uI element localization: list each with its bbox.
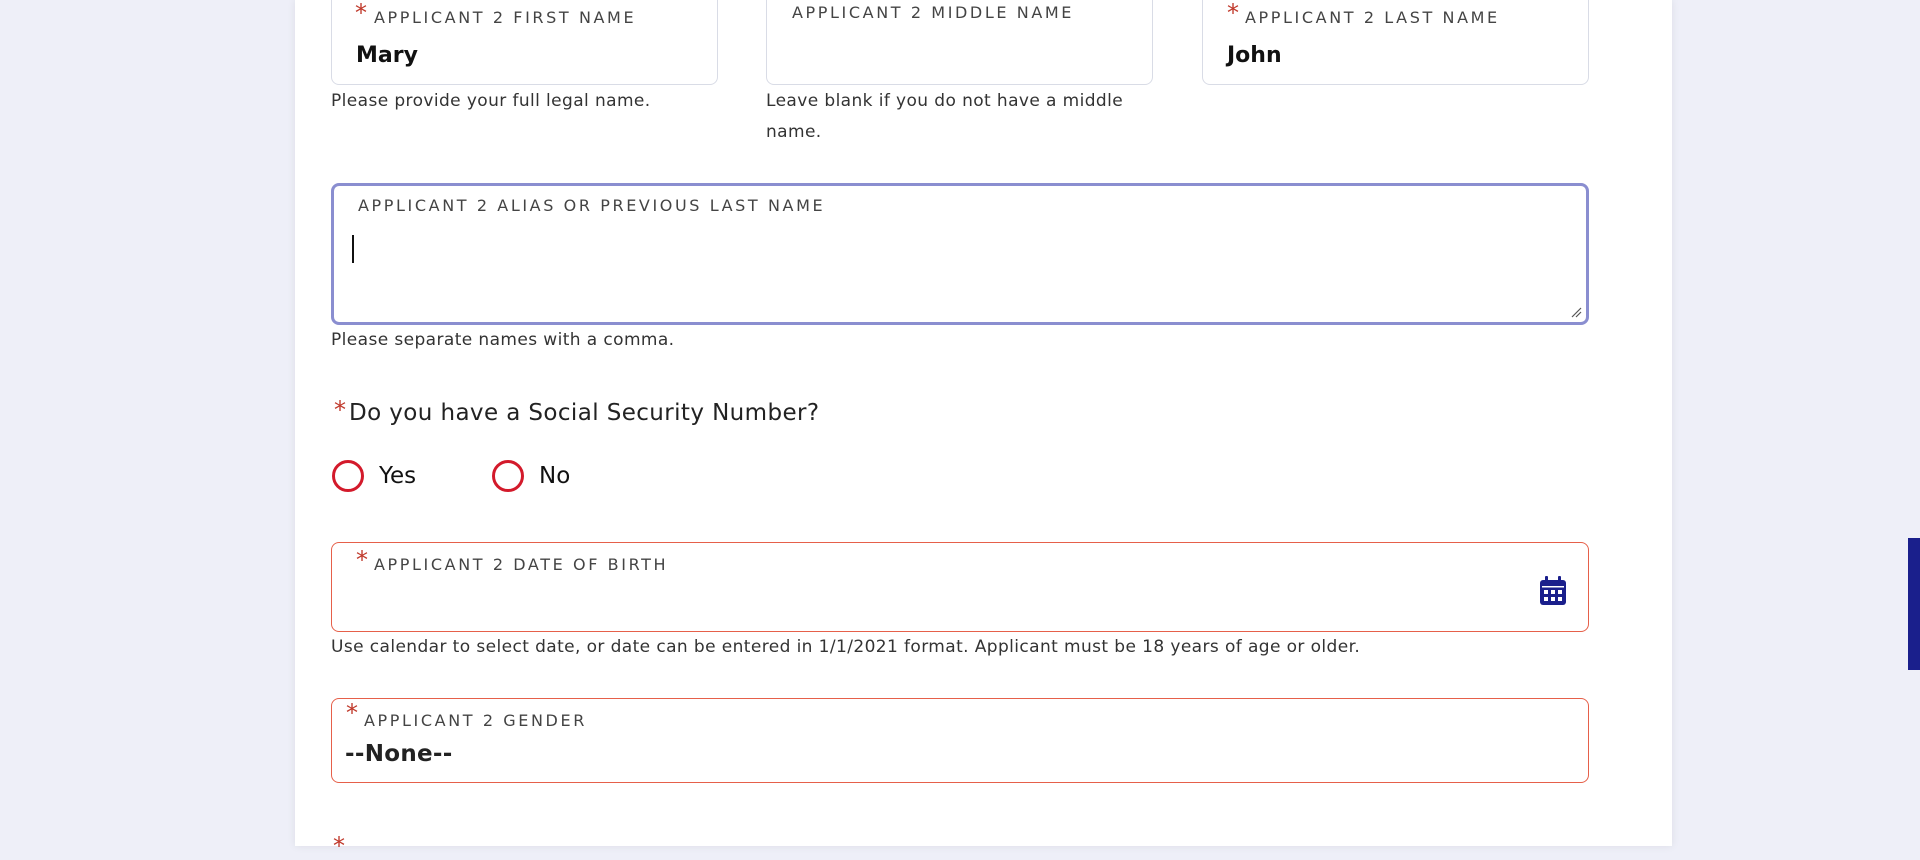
required-asterisk: *: [355, 0, 367, 27]
ssn-no-radio[interactable]: [492, 460, 524, 492]
middle-name-field[interactable]: Applicant 2 Middle Name: [766, 0, 1153, 85]
middle-name-help-line2: name.: [766, 122, 822, 142]
alias-textarea[interactable]: Applicant 2 Alias or Previous Last Name: [331, 183, 1589, 325]
calendar-icon[interactable]: [1539, 576, 1567, 606]
first-name-value: Mary: [356, 43, 418, 68]
ssn-yes-label[interactable]: Yes: [379, 463, 416, 489]
date-of-birth-field[interactable]: * Applicant 2 Date of Birth: [331, 542, 1589, 632]
first-name-label: Applicant 2 First Name: [374, 8, 637, 27]
gender-selected-value: --None--: [345, 741, 453, 767]
middle-name-help-line1: Leave blank if you do not have a middle: [766, 91, 1124, 111]
middle-name-label: Applicant 2 Middle Name: [792, 3, 1074, 22]
last-name-label: Applicant 2 Last Name: [1245, 8, 1500, 27]
gender-select[interactable]: * Applicant 2 Gender --None--: [331, 698, 1589, 783]
required-asterisk: *: [346, 699, 358, 727]
required-asterisk: *: [334, 396, 346, 424]
resize-grip-icon[interactable]: [1570, 306, 1582, 318]
scrollbar-thumb[interactable]: [1908, 538, 1920, 670]
date-of-birth-help: Use calendar to select date, or date can…: [331, 637, 1361, 657]
required-asterisk: *: [356, 546, 368, 574]
last-name-value: John: [1227, 43, 1282, 68]
alias-help: Please separate names with a comma.: [331, 330, 675, 350]
ssn-question-text: Do you have a Social Security Number?: [349, 400, 820, 426]
required-asterisk: *: [1227, 0, 1239, 27]
ssn-yes-radio[interactable]: [332, 460, 364, 492]
gender-label: Applicant 2 Gender: [364, 711, 587, 730]
first-name-help: Please provide your full legal name.: [331, 91, 651, 111]
first-name-field[interactable]: * Applicant 2 First Name Mary: [331, 0, 718, 85]
alias-label: Applicant 2 Alias or Previous Last Name: [358, 196, 826, 215]
last-name-field[interactable]: * Applicant 2 Last Name John: [1202, 0, 1589, 85]
text-caret: [352, 235, 354, 263]
ssn-no-label[interactable]: No: [539, 463, 570, 489]
required-asterisk: *: [333, 832, 345, 860]
date-of-birth-label: Applicant 2 Date of Birth: [374, 555, 669, 574]
